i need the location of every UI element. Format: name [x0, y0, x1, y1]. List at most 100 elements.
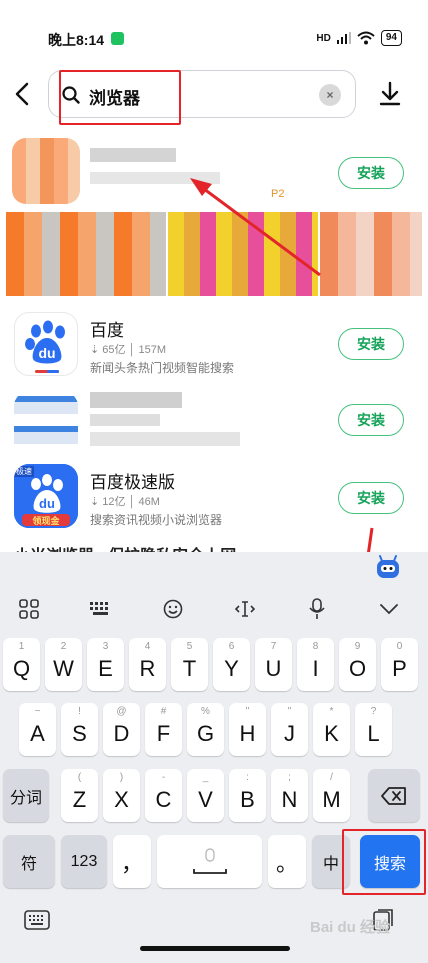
key-z[interactable]: (Z — [61, 769, 98, 822]
key-label: L — [367, 720, 380, 746]
blurred-banner-2 — [168, 212, 318, 296]
back-arrow-icon — [15, 82, 29, 106]
keyboard-layout-button[interactable] — [84, 592, 118, 626]
key-hint: % — [201, 706, 210, 717]
home-indicator[interactable] — [140, 946, 290, 951]
key-label: O — [348, 655, 367, 681]
list-item-baidu[interactable]: du 百度 ⇣ 65亿 │ 157M 新闻头条热门视频智能搜索 安装 — [0, 310, 428, 390]
collapse-keyboard-button[interactable] — [372, 592, 406, 626]
list-item-baidu-lite[interactable]: du 极速 领现金 百度极速版 ⇣ 12亿 │ 46M 搜索资讯视频小说浏览器 … — [0, 464, 428, 544]
space-key[interactable] — [157, 835, 262, 888]
key-hint: 1 — [18, 641, 25, 652]
blurred-banner-3 — [320, 212, 422, 296]
clear-search-button[interactable]: × — [319, 84, 341, 106]
install-button[interactable]: 安装 — [338, 482, 404, 514]
key-label: T — [182, 655, 197, 681]
cursor-move-button[interactable] — [228, 592, 262, 626]
install-button[interactable]: 安装 — [338, 157, 404, 189]
emoji-button[interactable] — [156, 592, 190, 626]
key-n[interactable]: ; N — [271, 769, 308, 822]
key-label: J — [284, 720, 295, 746]
key-label: F — [156, 720, 171, 746]
search-input[interactable]: 浏览器 × — [48, 70, 356, 118]
key-label: B — [240, 786, 255, 812]
word-segment-key[interactable]: 分词 — [3, 769, 49, 822]
key-hint: 2 — [60, 641, 67, 652]
search-key[interactable]: 搜索 — [360, 835, 420, 888]
backspace-key[interactable] — [368, 769, 420, 822]
key-label: K — [324, 720, 339, 746]
key-s[interactable]: ! S — [61, 703, 98, 756]
search-icon — [62, 86, 80, 104]
key-label: W — [53, 655, 74, 681]
comma-key[interactable]: ， — [113, 835, 151, 888]
voice-input-button[interactable] — [300, 592, 334, 626]
chevron-down-icon — [380, 604, 398, 615]
wifi-icon — [357, 31, 375, 45]
blurred-banner-1 — [6, 212, 166, 296]
key-w[interactable]: 2W — [45, 638, 82, 691]
back-button[interactable] — [8, 78, 36, 110]
app-description: 搜索资讯视频小说浏览器 — [90, 513, 223, 527]
icon-badge-cash: 领现金 — [32, 516, 60, 526]
key-o[interactable]: 9O — [339, 638, 376, 691]
battery-icon: 94 — [380, 30, 402, 46]
key-k[interactable]: * K — [313, 703, 350, 756]
key-p[interactable]: 0P — [381, 638, 418, 691]
list-item[interactable]: P2 安装 — [0, 132, 428, 302]
key-hint: _ — [202, 772, 209, 783]
key-v[interactable]: _ V — [187, 769, 224, 822]
baidu-lite-app-icon: du 极速 领现金 — [14, 464, 78, 528]
key-f[interactable]: # F — [145, 703, 182, 756]
switch-keyboard-button[interactable] — [24, 910, 50, 932]
key-m[interactable]: / M — [313, 769, 350, 822]
key-j[interactable]: " J — [271, 703, 308, 756]
blurred-app-name — [90, 392, 182, 408]
key-label: 符 — [20, 855, 37, 873]
signal-icon — [336, 32, 351, 44]
key-hint: ) — [119, 772, 124, 783]
key-hint: ; — [288, 772, 291, 783]
ad-sub-label: P2 — [271, 188, 285, 200]
text-cursor-icon — [234, 601, 256, 617]
key-c[interactable]: -C — [145, 769, 182, 822]
key-hint: @ — [116, 706, 127, 717]
key-label: Q — [12, 655, 31, 681]
blurred-app-icon — [14, 392, 78, 456]
list-item[interactable]: 安装 — [0, 386, 428, 466]
key-y[interactable]: 6Y — [213, 638, 250, 691]
keyboard-mascot-icon[interactable] — [373, 552, 403, 582]
key-label: ， — [120, 850, 143, 876]
symbols-key[interactable]: 符 — [3, 835, 55, 888]
microphone-icon — [309, 598, 325, 619]
key-u[interactable]: 7U — [255, 638, 292, 691]
key-hint: 0 — [396, 641, 403, 652]
key-a[interactable]: ~ A — [19, 703, 56, 756]
download-manager-button[interactable] — [374, 78, 406, 110]
install-button[interactable]: 安装 — [338, 328, 404, 360]
key-h[interactable]: " H — [229, 703, 266, 756]
period-key[interactable]: 。 — [268, 835, 306, 888]
key-l[interactable]: ? L — [355, 703, 392, 756]
key-r[interactable]: 4R — [129, 638, 166, 691]
key-x[interactable]: ) X — [103, 769, 140, 822]
keyboard-grid-icon — [90, 602, 108, 615]
key-d[interactable]: @ D — [103, 703, 140, 756]
key-label: 搜索 — [373, 855, 406, 873]
key-g[interactable]: % G — [187, 703, 224, 756]
key-label: H — [239, 720, 256, 746]
key-label: V — [198, 786, 213, 812]
key-t[interactable]: 5T — [171, 638, 208, 691]
apps-grid-button[interactable] — [12, 592, 46, 626]
language-switch-key[interactable]: 中 — [312, 835, 350, 888]
key-hint: ! — [78, 706, 81, 717]
key-i[interactable]: 8I — [297, 638, 334, 691]
key-hint: * — [329, 706, 334, 717]
install-button[interactable]: 安装 — [338, 404, 404, 436]
key-q[interactable]: 1Q — [3, 638, 40, 691]
key-e[interactable]: 3E — [87, 638, 124, 691]
numbers-key[interactable]: 123 — [61, 835, 107, 888]
key-b[interactable]: :B — [229, 769, 266, 822]
key-label: A — [30, 720, 45, 746]
key-label: D — [113, 720, 130, 746]
